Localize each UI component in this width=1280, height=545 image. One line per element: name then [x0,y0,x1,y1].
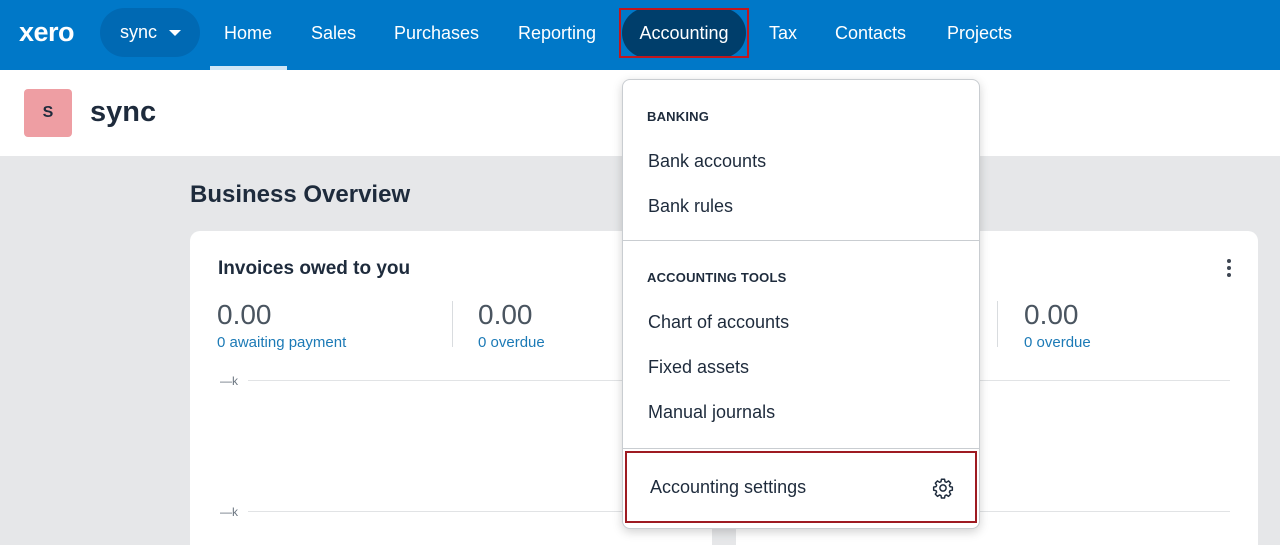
nav-home[interactable]: Home [210,8,286,58]
card-title: Invoices owed to you [218,258,411,279]
menu-item-bank-accounts[interactable]: Bank accounts [648,151,766,172]
nav-sales[interactable]: Sales [297,8,370,58]
overdue-value: 0.00 [478,299,533,330]
menu-item-fixed-assets[interactable]: Fixed assets [648,357,749,378]
menu-item-bank-rules[interactable]: Bank rules [648,196,733,217]
accounting-tools-heading: ACCOUNTING TOOLS [647,270,787,285]
nav-contacts[interactable]: Contacts [821,8,920,58]
page-title: Business Overview [190,181,411,208]
menu-item-chart-of-accounts[interactable]: Chart of accounts [648,312,789,333]
nav-reporting[interactable]: Reporting [504,8,610,58]
chart-axis-label-bottom: —k [220,505,238,519]
top-navigation: xero sync Home Sales Purchases Reporting… [0,0,1280,70]
awaiting-payment-value: 0.00 [217,299,272,330]
gear-icon [932,478,954,499]
org-name: sync [90,96,157,128]
nav-projects[interactable]: Projects [933,8,1026,58]
nav-tax[interactable]: Tax [755,8,811,58]
banking-heading: BANKING [647,109,710,124]
nav-purchases[interactable]: Purchases [380,8,493,58]
accounting-settings-label: Accounting settings [650,477,807,497]
overdue-link[interactable]: 0 overdue [1024,334,1091,351]
chart-axis-label-top: —k [220,374,238,388]
stat-divider [997,301,998,347]
more-options-icon[interactable] [1226,259,1232,277]
org-avatar: S [24,89,72,137]
menu-divider [623,240,979,241]
menu-divider [623,448,979,449]
awaiting-payment-link[interactable]: 0 awaiting payment [217,334,346,351]
menu-item-manual-journals[interactable]: Manual journals [648,402,775,423]
xero-logo[interactable]: xero [19,19,75,46]
org-switcher-label: sync [120,22,158,42]
menu-item-accounting-settings[interactable]: Accounting settings [625,451,977,523]
nav-accounting[interactable]: Accounting [622,8,746,58]
stat-divider [452,301,453,347]
overdue-link[interactable]: 0 overdue [478,334,545,351]
org-switcher-button[interactable]: sync [100,8,200,57]
overdue-value: 0.00 [1024,299,1079,330]
caret-down-icon [169,29,182,36]
accounting-menu: BANKING Bank accounts Bank rules ACCOUNT… [622,79,980,529]
